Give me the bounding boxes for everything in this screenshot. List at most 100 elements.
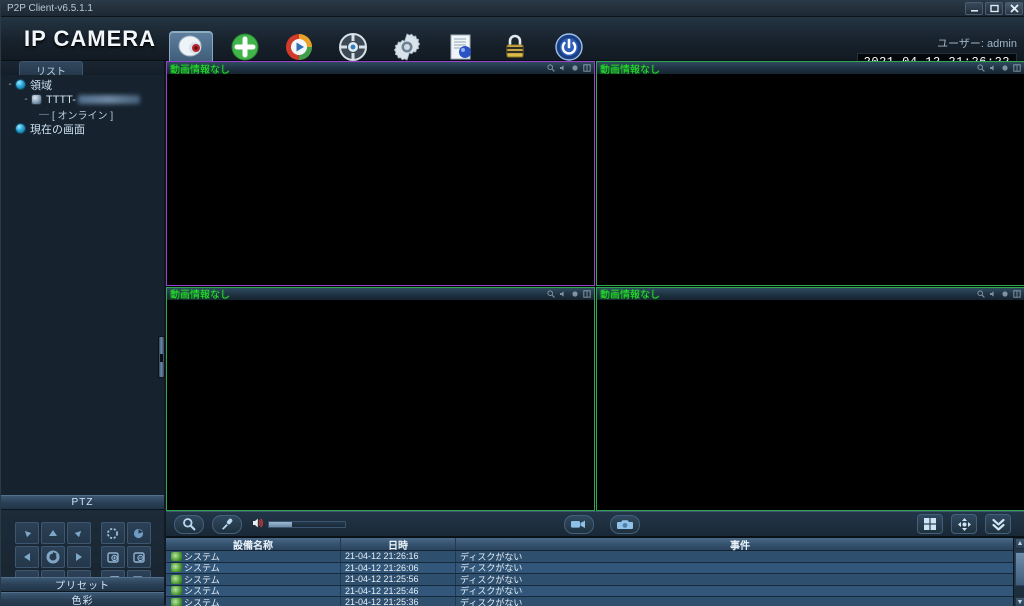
column-header-datetime[interactable]: 日時 [341, 538, 456, 552]
expander-icon[interactable]: - [5, 79, 15, 90]
zoom-icon[interactable] [976, 64, 985, 73]
zoom-icon[interactable] [546, 289, 555, 298]
ptz-section-header[interactable]: PTZ [1, 495, 164, 510]
log-scrollbar[interactable]: ▲ ▼ [1013, 538, 1024, 606]
log-button[interactable] [439, 31, 483, 65]
tree-node-region[interactable]: - 領域 [5, 77, 164, 92]
record-icon[interactable] [570, 289, 579, 298]
microphone-button[interactable] [212, 514, 242, 534]
tree-node-device[interactable]: - TTTT- [5, 92, 164, 107]
record-icon[interactable] [570, 64, 579, 73]
video-grid: 動画情報なし 動画情報なし 動画情報なし 動画情報なし [166, 61, 1024, 511]
expand-panel-button[interactable] [985, 514, 1011, 534]
tree-node-current-screen[interactable]: 現在の画面 [5, 121, 164, 136]
power-button[interactable] [547, 31, 591, 65]
log-cell-event: ディスクがない [460, 563, 523, 574]
minimize-button[interactable] [965, 2, 983, 15]
log-document-icon [446, 32, 476, 65]
volume-slider[interactable] [268, 520, 346, 528]
log-cell-datetime: 21-04-12 21:25:46 [341, 585, 456, 596]
title-bar: P2P Client-v6.5.1.1 [1, 1, 1024, 17]
video-pane-4-header: 動画情報なし [597, 287, 1024, 301]
video-pane-3[interactable]: 動画情報なし [166, 286, 595, 511]
speaker-icon[interactable] [558, 64, 567, 73]
layout-split-button[interactable] [917, 514, 943, 534]
speaker-icon[interactable] [988, 289, 997, 298]
iris-close-button[interactable] [126, 522, 151, 544]
app-logo: IP CAMERA [23, 26, 157, 51]
zoom-out-button[interactable] [126, 546, 151, 568]
speaker-icon[interactable] [988, 64, 997, 73]
zoom-icon[interactable] [546, 64, 555, 73]
grid-icon[interactable] [582, 289, 591, 298]
record-button[interactable] [564, 514, 594, 534]
ptz-left-button[interactable] [14, 546, 39, 568]
application-window: P2P Client-v6.5.1.1 IP CAMERA ユーザー: admi… [0, 0, 1024, 606]
record-icon[interactable] [1000, 289, 1009, 298]
event-log-rows: システム 21-04-12 21:26:16 ディスクがない システム 21-0… [166, 551, 1024, 606]
zoom-in-button[interactable] [100, 546, 125, 568]
fullscreen-button[interactable] [951, 514, 977, 534]
device-label: TTTT- [46, 93, 76, 106]
table-row[interactable]: システム 21-04-12 21:26:16 ディスクがない [166, 551, 1024, 563]
lock-icon [500, 32, 530, 65]
search-button[interactable] [174, 514, 204, 534]
record-reel-button[interactable] [331, 31, 375, 65]
video-pane-1-icons [546, 64, 594, 73]
preset-section-header[interactable]: プリセット [1, 577, 164, 592]
tree-node-status: — [ オンライン ] [5, 107, 164, 122]
current-screen-icon [15, 123, 26, 134]
log-device-text: システム [184, 597, 220, 606]
sidebar-splitter[interactable] [158, 336, 165, 378]
photo-camera-icon [616, 518, 634, 530]
power-icon [554, 32, 584, 65]
record-icon[interactable] [1000, 64, 1009, 73]
sidebar-bottom-sections: プリセット 色彩 [1, 577, 164, 606]
log-cell-device: システム [166, 574, 341, 585]
log-cell-event: ディスクがない [460, 574, 523, 585]
column-header-device[interactable]: 設備名称 [166, 538, 341, 552]
system-event-icon [171, 574, 182, 584]
video-pane-2[interactable]: 動画情報なし [596, 61, 1024, 286]
ptz-up-button[interactable] [40, 522, 65, 544]
table-row[interactable]: システム 21-04-12 21:25:56 ディスクがない [166, 574, 1024, 586]
settings-button[interactable] [385, 31, 429, 65]
table-row[interactable]: システム 21-04-12 21:26:06 ディスクがない [166, 562, 1024, 574]
playback-button[interactable] [277, 31, 321, 65]
column-header-event[interactable]: 事件 [456, 538, 1024, 552]
grid-icon[interactable] [582, 64, 591, 73]
log-cell-datetime: 21-04-12 21:25:36 [341, 597, 456, 606]
ptz-up-left-button[interactable] [14, 522, 39, 544]
close-button[interactable] [1005, 2, 1023, 15]
lock-button[interactable] [493, 31, 537, 65]
speaker-icon[interactable] [558, 289, 567, 298]
color-section-header[interactable]: 色彩 [1, 592, 164, 606]
scroll-up-button[interactable]: ▲ [1015, 538, 1024, 549]
zoom-icon[interactable] [976, 289, 985, 298]
video-pane-4-title: 動画情報なし [600, 290, 660, 301]
snapshot-button[interactable] [610, 514, 640, 534]
grid-icon[interactable] [1012, 289, 1021, 298]
system-event-icon [171, 597, 182, 606]
ptz-right-button[interactable] [66, 546, 91, 568]
scroll-down-button[interactable]: ▼ [1015, 597, 1024, 606]
video-pane-4[interactable]: 動画情報なし [596, 286, 1024, 511]
video-pane-1[interactable]: 動画情報なし [166, 61, 595, 286]
volume-speaker-icon[interactable] [252, 517, 265, 532]
scroll-thumb[interactable] [1015, 552, 1024, 586]
volume-slider-fill [269, 521, 292, 527]
video-control-bar [166, 511, 1024, 537]
maximize-button[interactable] [985, 2, 1003, 15]
layout-control-buttons [917, 514, 1011, 534]
volume-control[interactable] [252, 517, 346, 532]
ptz-auto-scan-button[interactable] [40, 546, 65, 568]
table-row[interactable]: システム 21-04-12 21:25:36 ディスクがない [166, 597, 1024, 606]
log-cell-device: システム [166, 585, 341, 596]
ptz-up-right-button[interactable] [66, 522, 91, 544]
grid-four-icon [923, 517, 937, 531]
grid-icon[interactable] [1012, 64, 1021, 73]
expander-icon[interactable]: - [21, 94, 31, 105]
table-row[interactable]: システム 21-04-12 21:25:46 ディスクがない [166, 585, 1024, 597]
iris-open-button[interactable] [100, 522, 125, 544]
four-arrows-icon [957, 517, 972, 532]
